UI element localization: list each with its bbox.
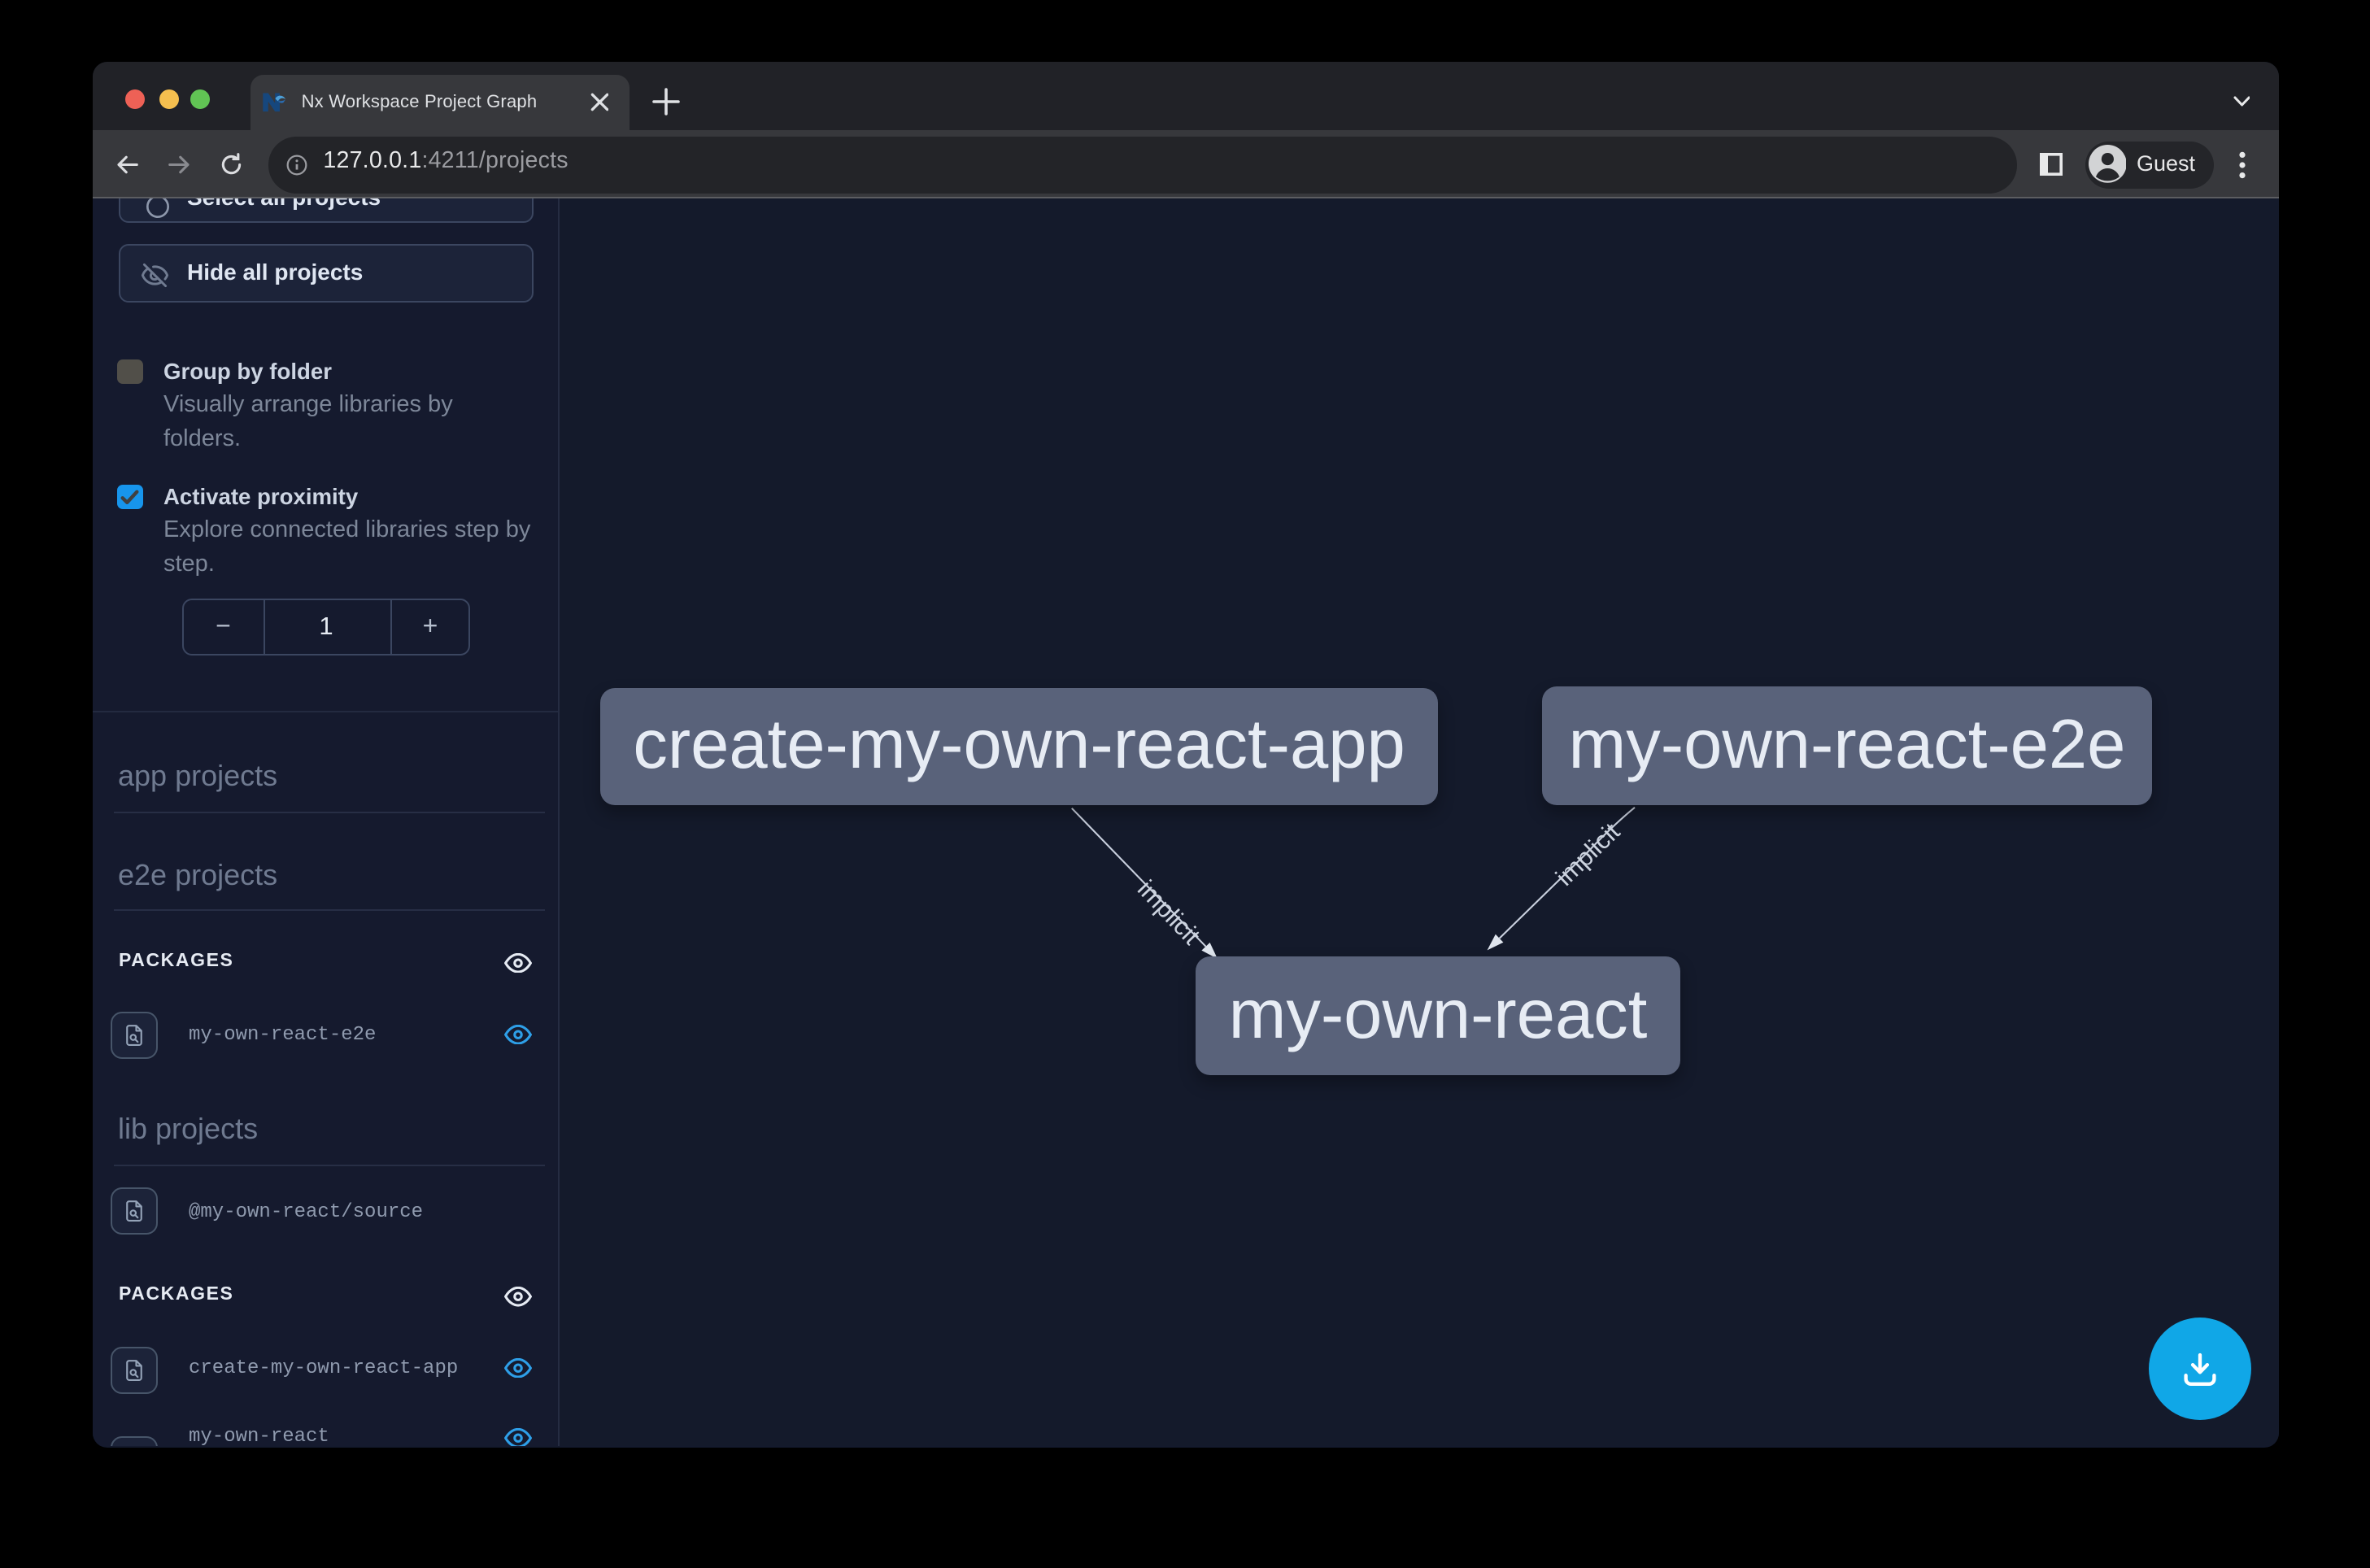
svg-text:implicit: implicit xyxy=(1131,875,1205,951)
svg-text:implicit: implicit xyxy=(1549,817,1625,891)
